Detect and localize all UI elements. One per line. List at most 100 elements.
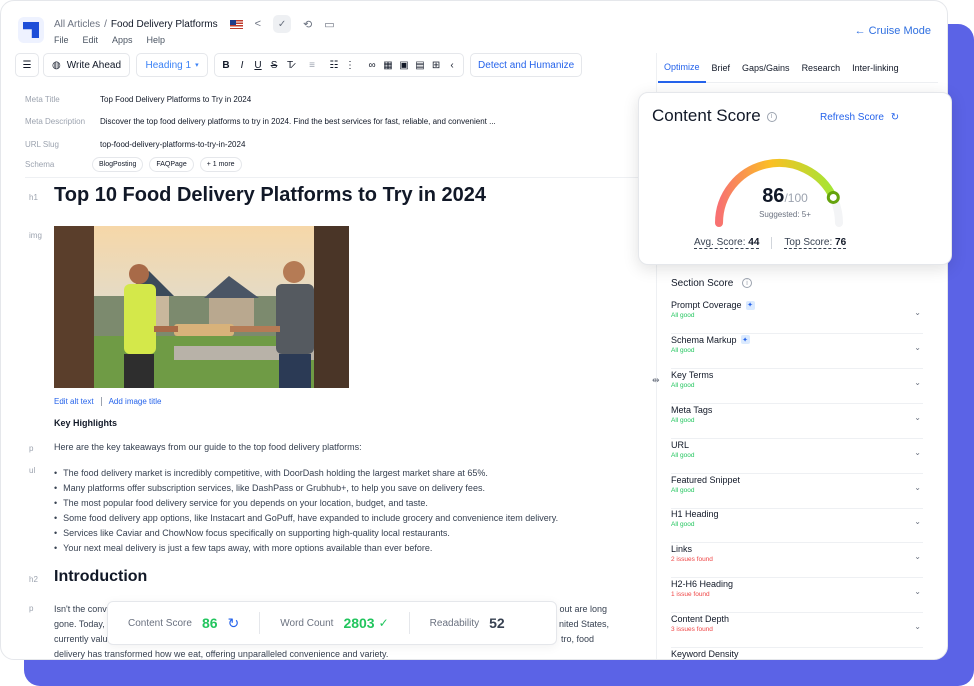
- numbered-list-icon[interactable]: ⋮: [343, 60, 357, 71]
- article-h1[interactable]: Top 10 Food Delivery Platforms to Try in…: [54, 184, 486, 207]
- detect-humanize-button[interactable]: Detect and Humanize: [470, 53, 583, 77]
- italic-icon[interactable]: I: [235, 60, 249, 71]
- tab-brief[interactable]: Brief: [706, 53, 737, 83]
- meta-description-field[interactable]: Discover the top food delivery platforms…: [100, 117, 496, 126]
- menu-edit[interactable]: Edit: [83, 35, 99, 45]
- section-score-item[interactable]: Schema Markup ✦ All good ⌄: [671, 335, 923, 369]
- bold-icon[interactable]: B: [219, 60, 233, 71]
- menu-apps[interactable]: Apps: [112, 35, 133, 45]
- check-icon[interactable]: ✓: [273, 15, 292, 33]
- menu-file[interactable]: File: [54, 35, 69, 45]
- section-score-item[interactable]: Links 2 issues found ⌄: [671, 544, 923, 579]
- avg-score-label: Avg. Score:: [694, 237, 746, 248]
- tab-research[interactable]: Research: [796, 53, 847, 83]
- section-score-item-status: All good: [671, 451, 695, 459]
- section-score-item-name: Prompt Coverage ✦: [671, 300, 923, 310]
- strikethrough-icon[interactable]: S: [267, 60, 281, 71]
- section-score-item-status: All good: [671, 521, 695, 529]
- menu-help[interactable]: Help: [147, 35, 166, 45]
- section-score-item[interactable]: URL All good ⌄: [671, 440, 923, 474]
- chevron-down-icon[interactable]: ⌄: [914, 343, 921, 352]
- share-icon[interactable]: <: [255, 18, 261, 30]
- tab-gaps-gains[interactable]: Gaps/Gains: [736, 53, 796, 83]
- section-score-item[interactable]: Meta Tags All good ⌄: [671, 405, 923, 439]
- editor-toolbar: ☰ ◍ Write Ahead Heading 1 ▾ B I U S T̷ ≡…: [15, 53, 583, 77]
- chevron-down-icon[interactable]: ⌄: [914, 413, 921, 422]
- refresh-score-button[interactable]: Refresh Score ↻: [820, 112, 899, 123]
- info-icon[interactable]: i: [742, 278, 753, 289]
- top-score[interactable]: Top Score: 76: [784, 237, 847, 249]
- chevron-down-icon[interactable]: ⌄: [914, 552, 921, 561]
- section-score-item[interactable]: Prompt Coverage ✦ All good ⌄: [671, 300, 923, 334]
- avg-score[interactable]: Avg. Score: 44: [694, 237, 760, 249]
- tab-optimize[interactable]: Optimize: [658, 53, 706, 83]
- block-tag-ul: ul: [29, 466, 36, 475]
- section-score-item-label: Keyword Density: [671, 649, 739, 659]
- section-score-item-status: All good: [671, 486, 695, 494]
- chevron-down-icon[interactable]: ⌄: [914, 448, 921, 457]
- add-image-title-link[interactable]: Add image title: [109, 397, 162, 406]
- info-icon[interactable]: i: [766, 111, 777, 122]
- list-toggle-button[interactable]: ☰: [15, 53, 39, 77]
- history-icon[interactable]: ⟲: [303, 18, 312, 31]
- image-icon[interactable]: ▣: [397, 60, 411, 71]
- schema-chip-more[interactable]: + 1 more: [199, 157, 242, 172]
- chevron-down-icon[interactable]: ⌄: [914, 587, 921, 596]
- refresh-icon[interactable]: ↻: [228, 615, 240, 632]
- para-line-4: delivery has transformed how we eat, off…: [54, 649, 389, 659]
- breadcrumb-root[interactable]: All Articles: [54, 19, 100, 30]
- score-benchmarks: Avg. Score: 44 Top Score: 76: [694, 237, 847, 249]
- chevron-down-icon[interactable]: ⌄: [914, 308, 921, 317]
- bullet-list-icon[interactable]: ☷: [327, 60, 341, 71]
- tab-inter-linking[interactable]: Inter-linking: [846, 53, 905, 83]
- embed-icon[interactable]: ▤: [413, 60, 427, 71]
- section-score-item-label: Schema Markup: [671, 334, 737, 345]
- section-score-item[interactable]: H2-H6 Heading 1 issue found ⌄: [671, 579, 923, 614]
- list-item: The food delivery market is incredibly c…: [54, 465, 558, 480]
- section-score-item-name: Key Terms: [671, 370, 923, 380]
- article-image[interactable]: [54, 226, 349, 388]
- article-h2-introduction[interactable]: Introduction: [54, 568, 147, 586]
- grid-icon[interactable]: ⊞: [429, 60, 443, 71]
- intro-paragraph[interactable]: Here are the key takeaways from our guid…: [54, 442, 362, 452]
- list-item: Your next meal delivery is just a few ta…: [54, 540, 558, 555]
- meta-title-row: Meta Title Top Food Delivery Platforms t…: [25, 95, 251, 104]
- section-score-item[interactable]: Content Depth 3 issues found ⌄: [671, 614, 923, 649]
- schema-chip-faqpage[interactable]: FAQPage: [149, 157, 194, 172]
- section-score-item[interactable]: Featured Snippet All good ⌄: [671, 475, 923, 509]
- chevron-left-icon[interactable]: ‹: [445, 60, 459, 71]
- chevron-down-icon[interactable]: ⌄: [914, 378, 921, 387]
- write-ahead-button[interactable]: ◍ Write Ahead: [43, 53, 131, 77]
- section-score-item-name: Links: [671, 544, 923, 554]
- section-score-item-status: 1 issue found: [671, 591, 710, 599]
- us-flag-icon[interactable]: [229, 19, 243, 29]
- meta-title-field[interactable]: Top Food Delivery Platforms to Try in 20…: [100, 95, 251, 104]
- underline-icon[interactable]: U: [251, 60, 265, 71]
- menu-list-icon: ☰: [22, 59, 32, 71]
- url-slug-field[interactable]: top-food-delivery-platforms-to-try-in-20…: [100, 140, 245, 149]
- section-score-item[interactable]: Key Terms All good ⌄: [671, 370, 923, 404]
- schema-chip-blogposting[interactable]: BlogPosting: [92, 157, 144, 172]
- chevron-down-icon[interactable]: ⌄: [914, 483, 921, 492]
- edit-alt-text-link[interactable]: Edit alt text: [54, 397, 94, 406]
- resize-handle-icon[interactable]: ⇹: [652, 375, 660, 386]
- list-item-text: The food delivery market is incredibly c…: [63, 467, 488, 478]
- chevron-down-icon[interactable]: ⌄: [914, 622, 921, 631]
- score-max: /100: [784, 191, 808, 205]
- heading-select[interactable]: Heading 1 ▾: [136, 53, 209, 77]
- block-tag-p2: p: [29, 604, 34, 613]
- link-icon[interactable]: ∞: [365, 60, 379, 71]
- align-icon[interactable]: ≡: [305, 60, 319, 71]
- section-score-item[interactable]: H1 Heading All good ⌄: [671, 509, 923, 544]
- chevron-down-icon[interactable]: ⌄: [914, 517, 921, 526]
- comment-icon[interactable]: ▭: [324, 18, 334, 31]
- meta-title-label: Meta Title: [25, 95, 60, 104]
- app-logo[interactable]: [18, 17, 44, 43]
- table-icon[interactable]: ▦: [381, 60, 395, 71]
- key-highlights-heading[interactable]: Key Highlights: [54, 418, 117, 428]
- section-score-item[interactable]: Keyword Density ⌄: [671, 649, 923, 659]
- highlights-list[interactable]: The food delivery market is incredibly c…: [54, 465, 558, 555]
- clear-format-icon[interactable]: T̷: [283, 60, 297, 71]
- chevron-down-icon[interactable]: ⌄: [914, 657, 921, 659]
- cruise-mode-button[interactable]: ← Cruise Mode: [855, 25, 931, 37]
